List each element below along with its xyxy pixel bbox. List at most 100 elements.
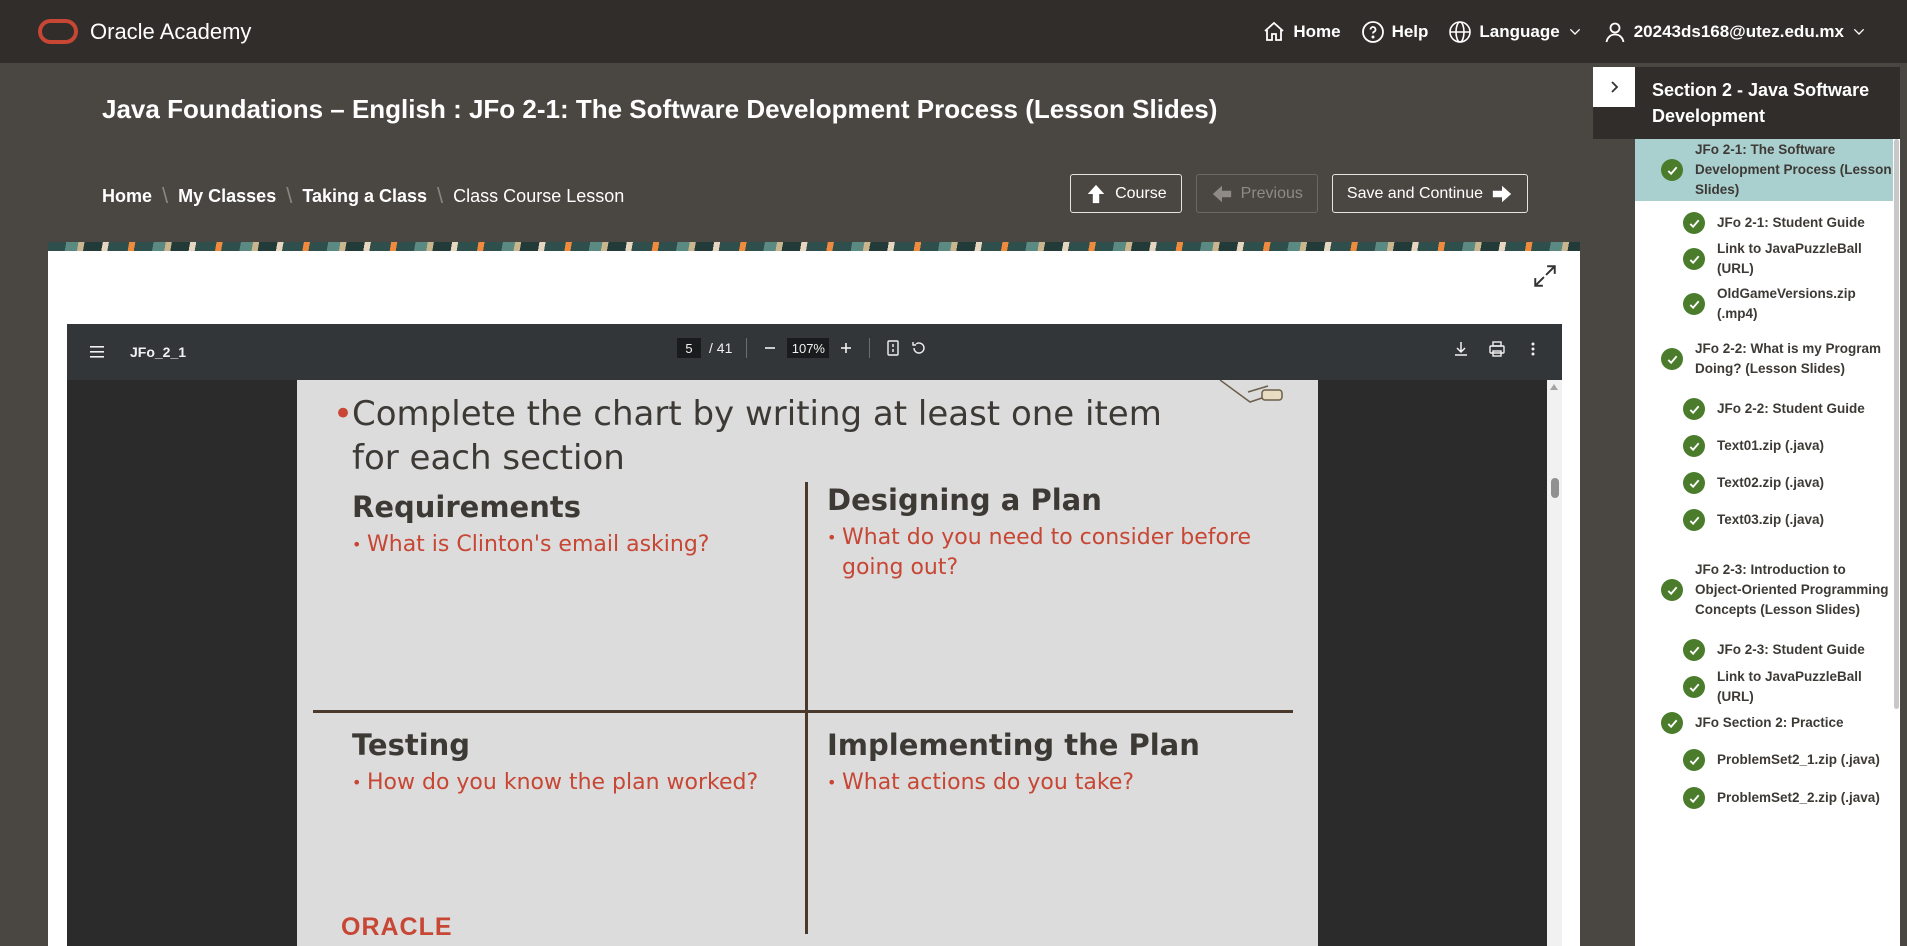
chart-divider-vertical <box>805 482 808 934</box>
pdf-page-area[interactable]: • Complete the chart by writing at least … <box>67 380 1562 946</box>
section-sidebar: Section 2 - Java Software Development JF… <box>1593 67 1900 946</box>
sidebar-lesson-label: ProblemSet2_2.zip (.java) <box>1717 790 1880 805</box>
save-continue-label: Save and Continue <box>1346 184 1483 202</box>
sidebar-lesson-item[interactable]: JFo 2-1: The Software Development Proces… <box>1635 139 1900 201</box>
check-circle-icon <box>1683 787 1705 809</box>
page-number-input[interactable]: 5 <box>677 338 701 358</box>
sidebar-lesson-label: Text02.zip (.java) <box>1717 475 1825 490</box>
scroll-up-arrow-icon[interactable] <box>1550 384 1558 390</box>
arrow-left-icon <box>1212 185 1231 202</box>
sidebar-lesson-label: OldGameVersions.zip (.mp4) <box>1717 286 1856 321</box>
language-menu[interactable]: Language <box>1448 20 1582 44</box>
decorative-banner <box>48 242 1580 251</box>
previous-button[interactable]: Previous <box>1195 174 1318 213</box>
quadrant-item-designing: • What do you need to consider before goi… <box>827 525 1252 580</box>
quadrant-item-implementing: • What actions do you take? <box>827 770 1135 795</box>
check-circle-icon <box>1683 676 1705 698</box>
user-icon <box>1605 22 1625 42</box>
fit-page-icon[interactable] <box>884 339 902 357</box>
check-circle-icon <box>1683 293 1705 315</box>
sidebar-lesson-item[interactable]: JFo Section 2: Practice <box>1635 705 1900 741</box>
sidebar-collapse-button[interactable] <box>1593 67 1635 107</box>
check-circle-icon <box>1683 509 1705 531</box>
check-circle-icon <box>1661 712 1683 734</box>
breadcrumb-separator: \ <box>437 183 444 208</box>
check-circle-icon <box>1683 248 1705 270</box>
home-link[interactable]: Home <box>1262 20 1341 44</box>
quadrant-title-implementing: Implementing the Plan <box>827 728 1200 762</box>
arrow-right-icon <box>1492 185 1512 202</box>
sidebar-lesson-item[interactable]: Text02.zip (.java) <box>1635 465 1900 501</box>
sidebar-scrollbar-thumb[interactable] <box>1894 139 1899 709</box>
chart-divider-horizontal <box>313 710 1293 713</box>
sidebar-lesson-item[interactable]: ProblemSet2_2.zip (.java) <box>1635 780 1900 816</box>
fullscreen-icon[interactable] <box>1532 263 1558 289</box>
oracle-logo-icon[interactable] <box>38 19 78 44</box>
sidebar-lesson-item[interactable]: Link to JavaPuzzleBall (URL) <box>1635 669 1900 705</box>
pdf-scrollbar[interactable] <box>1547 380 1562 946</box>
sidebar-lesson-item[interactable]: JFo 2-2: Student Guide <box>1635 391 1900 427</box>
sidebar-lesson-label: JFo Section 2: Practice <box>1695 715 1844 730</box>
sidebar-lesson-item[interactable]: JFo 2-2: What is my Program Doing? (Less… <box>1635 333 1900 385</box>
breadcrumb-my-classes[interactable]: My Classes <box>178 186 276 207</box>
brand-name[interactable]: Oracle Academy <box>90 19 251 45</box>
globe-icon <box>1449 20 1472 43</box>
home-icon <box>1264 21 1284 41</box>
chevron-down-icon <box>1853 28 1865 35</box>
check-circle-icon <box>1661 159 1683 181</box>
sidebar-lesson-item[interactable]: Text01.zip (.java) <box>1635 428 1900 464</box>
zoom-input[interactable]: 107% <box>787 338 830 358</box>
slide-page: • Complete the chart by writing at least … <box>297 380 1318 946</box>
sidebar-lesson-item[interactable]: JFo 2-3: Student Guide <box>1635 632 1900 668</box>
chevron-right-icon <box>1611 81 1619 93</box>
pdf-toolbar: JFo_2_1 5 / 41 107% <box>67 324 1562 380</box>
sidebar-lesson-item[interactable]: ProblemSet2_1.zip (.java) <box>1635 742 1900 778</box>
previous-button-label: Previous <box>1240 184 1303 202</box>
breadcrumb-taking-a-class[interactable]: Taking a Class <box>302 186 427 207</box>
scrollbar-thumb[interactable] <box>1551 478 1559 498</box>
quadrant-title-requirements: Requirements <box>352 490 581 524</box>
check-circle-icon <box>1661 348 1683 370</box>
save-continue-button[interactable]: Save and Continue <box>1331 174 1528 213</box>
rotate-icon[interactable] <box>910 339 928 357</box>
help-label: Help <box>1391 21 1429 41</box>
slide-main-bullet-text: Complete the chart by writing at least o… <box>352 394 1162 478</box>
sidebar-lesson-label: JFo 2-2: What is my Program Doing? (Less… <box>1695 341 1882 376</box>
user-email: 20243ds168@utez.edu.mx <box>1633 21 1844 41</box>
more-options-icon[interactable] <box>1524 340 1542 358</box>
help-link[interactable]: Help <box>1361 20 1429 44</box>
language-label: Language <box>1479 21 1560 41</box>
help-icon <box>1361 20 1384 43</box>
sidebar-lesson-item[interactable]: JFo 2-3: Introduction to Object-Oriented… <box>1635 557 1900 623</box>
user-menu[interactable]: 20243ds168@utez.edu.mx <box>1603 20 1867 44</box>
zoom-in-icon[interactable] <box>837 339 855 357</box>
sidebar-lesson-label: JFo 2-3: Introduction to Object-Oriented… <box>1695 562 1889 617</box>
print-icon[interactable] <box>1488 340 1506 358</box>
course-button[interactable]: Course <box>1070 174 1182 213</box>
top-bar: Oracle Academy Home Help Language 20243d… <box>0 0 1907 63</box>
page-title: Java Foundations – English : JFo 2-1: Th… <box>102 94 1218 124</box>
zoom-out-icon[interactable] <box>761 339 779 357</box>
check-circle-icon <box>1683 639 1705 661</box>
check-circle-icon <box>1683 749 1705 771</box>
pdf-viewer: JFo_2_1 5 / 41 107% • Complete the chart… <box>67 324 1562 946</box>
download-icon[interactable] <box>1452 340 1470 358</box>
check-circle-icon <box>1683 212 1705 234</box>
sidebar-lesson-label: Text01.zip (.java) <box>1717 438 1825 453</box>
quadrant-title-designing: Designing a Plan <box>827 483 1102 517</box>
pdf-filename: JFo_2_1 <box>130 344 187 360</box>
sidebar-lesson-item[interactable]: OldGameVersions.zip (.mp4) <box>1635 278 1900 330</box>
sidebar-lesson-item[interactable]: Text03.zip (.java) <box>1635 502 1900 538</box>
lesson-nav-buttons: Course Previous Save and Continue <box>1070 174 1528 213</box>
slide-decoration-image <box>1219 380 1283 403</box>
sidebar-lesson-label: JFo 2-1: Student Guide <box>1717 215 1865 230</box>
sidebar-lesson-item[interactable]: JFo 2-1: Student Guide <box>1635 205 1900 241</box>
sidebar-lesson-label: Link to JavaPuzzleBall (URL) <box>1717 241 1862 276</box>
sidebar-lesson-item[interactable]: Link to JavaPuzzleBall (URL) <box>1635 241 1900 277</box>
sidebar-scrollbar[interactable] <box>1893 139 1900 946</box>
breadcrumb-home[interactable]: Home <box>102 186 152 207</box>
breadcrumb: Home \ My Classes \ Taking a Class \ Cla… <box>102 183 624 209</box>
pdf-actions <box>1452 340 1542 358</box>
divider <box>869 338 871 358</box>
menu-icon[interactable] <box>89 342 107 362</box>
